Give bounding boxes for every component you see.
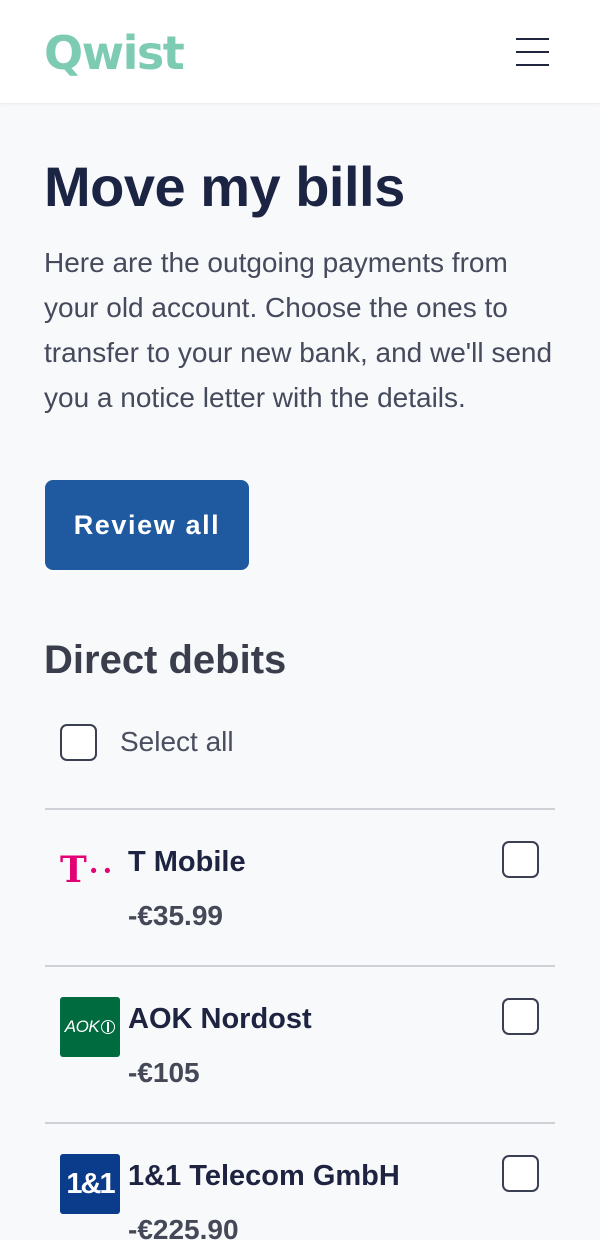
review-all-button[interactable]: Review all bbox=[45, 480, 249, 570]
debit-name: AOK Nordost bbox=[128, 1003, 312, 1035]
telekom-logo: T ·· bbox=[60, 849, 117, 891]
debit-row-aok-nordost[interactable]: AOK AOK Nordost -€105 bbox=[0, 967, 600, 1123]
debit-name: T Mobile bbox=[128, 846, 246, 878]
debit-checkbox[interactable] bbox=[502, 841, 539, 878]
debit-checkbox[interactable] bbox=[502, 998, 539, 1035]
debit-amount: -€225.90 bbox=[128, 1214, 239, 1240]
1und1-logo: 1&1 bbox=[60, 1154, 120, 1214]
debit-amount: -€35.99 bbox=[128, 900, 223, 931]
qwist-logo[interactable]: Qwist bbox=[44, 26, 185, 80]
debit-row-1und1-telecom[interactable]: 1&1 1&1 Telecom GmbH -€225.90 bbox=[0, 1124, 600, 1240]
aok-logo-text: AOK bbox=[64, 1017, 100, 1036]
menu-line bbox=[516, 51, 549, 53]
direct-debits-heading: Direct debits bbox=[44, 638, 287, 682]
debit-row-t-mobile[interactable]: T ·· T Mobile -€35.99 bbox=[0, 810, 600, 966]
debit-name: 1&1 Telecom GmbH bbox=[128, 1160, 400, 1192]
top-bar: Qwist bbox=[0, 0, 600, 104]
intro-text: Here are the outgoing payments from your… bbox=[44, 247, 553, 413]
page-title: Move my bills bbox=[44, 155, 405, 218]
menu-line bbox=[516, 38, 549, 40]
debit-checkbox[interactable] bbox=[502, 1155, 539, 1192]
aok-logo: AOK bbox=[60, 997, 120, 1057]
leaf-icon bbox=[101, 1020, 116, 1034]
hamburger-menu-icon[interactable] bbox=[508, 34, 556, 70]
select-all-label: Select all bbox=[120, 726, 234, 757]
debit-amount: -€105 bbox=[128, 1057, 200, 1088]
select-all-checkbox[interactable] bbox=[60, 723, 97, 761]
menu-line bbox=[516, 64, 549, 66]
select-all-option[interactable]: Select all bbox=[60, 720, 300, 764]
